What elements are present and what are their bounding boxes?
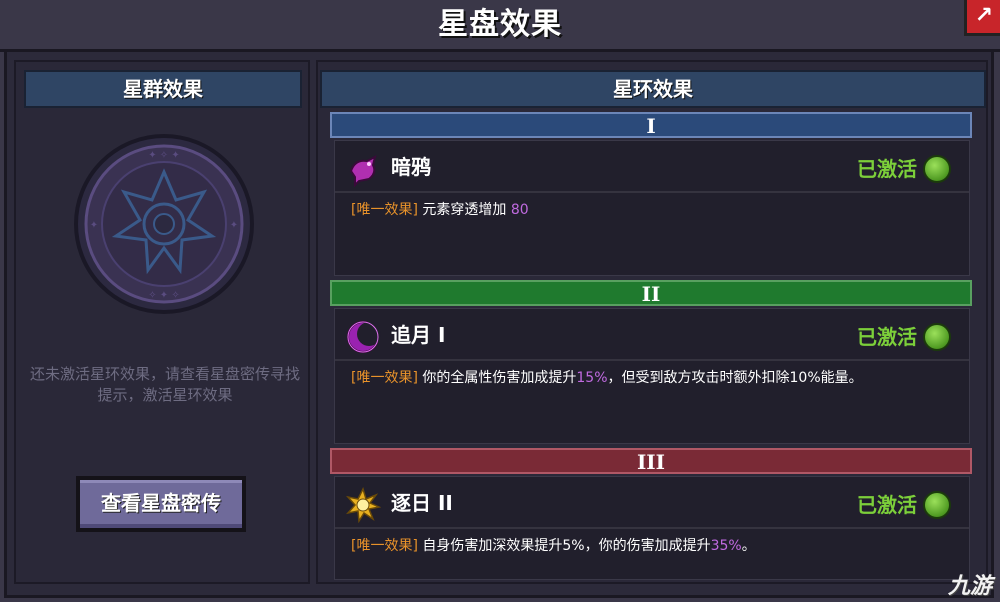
svg-text:✧ ✦ ✧: ✧ ✦ ✧ (148, 290, 180, 301)
svg-text:✦ ✧ ✦: ✦ ✧ ✦ (148, 150, 180, 161)
status-label: 已激活 (857, 325, 917, 349)
constellation-panel-header: 星群效果 (24, 70, 302, 108)
watermark-logo: 九游 (947, 574, 992, 599)
desc-text: 。 (741, 538, 756, 554)
desc-value: 15% (576, 370, 608, 386)
active-indicator-icon (923, 323, 951, 351)
desc-text: 自身伤害加深效果提升5%，你的伤害加成提升 (422, 538, 711, 554)
effect-header: 暗鸦 已激活 (335, 141, 969, 193)
desc-text: 你的全属性伤害加成提升 (422, 370, 577, 386)
desc-value: 35% (710, 538, 742, 554)
close-button[interactable]: ↗ (964, 0, 1000, 36)
effect-name: 暗鸦 (391, 155, 431, 179)
effect-name: 追月 I (391, 323, 446, 347)
star-ring-panel-header: 星环效果 (320, 70, 986, 108)
sun-icon (345, 487, 381, 523)
desc-value: 80 (510, 202, 529, 218)
dialog-title: 星盘效果 (438, 7, 562, 42)
status-label: 已激活 (857, 493, 917, 517)
svg-text:✦: ✦ (230, 220, 238, 231)
view-star-secret-button[interactable]: 查看星盘密传 (76, 476, 246, 532)
effect-card-1: 暗鸦 已激活 [唯一效果] 元素穿透增加 80 (334, 140, 970, 276)
svg-text:✦: ✦ (90, 220, 98, 231)
constellation-panel: 星群效果 ✦ ✧ ✦ ✧ ✦ ✧ ✦ ✦ 还未激活星环效果，请查看星盘密传寻找提… (14, 60, 310, 584)
effect-header: 逐日 II 已激活 (335, 477, 969, 529)
tier-3-bar: III (330, 448, 972, 474)
effect-card-2: 追月 I 已激活 [唯一效果] 你的全属性伤害加成提升15%，但受到敌方攻击时额… (334, 308, 970, 444)
active-indicator-icon (923, 491, 951, 519)
effect-name: 逐日 II (391, 491, 453, 515)
effect-description: [唯一效果] 自身伤害加深效果提升5%，你的伤害加成提升35%。 (351, 535, 945, 557)
tier-1-bar: I (330, 112, 972, 138)
effect-tag: [唯一效果] (351, 370, 418, 386)
tier-2-bar: II (330, 280, 972, 306)
effect-tag: [唯一效果] (351, 538, 418, 554)
star-disk-emblem: ✦ ✧ ✦ ✧ ✦ ✧ ✦ ✦ (74, 134, 254, 314)
desc-text: 元素穿透增加 (422, 202, 511, 218)
effect-card-3: 逐日 II 已激活 [唯一效果] 自身伤害加深效果提升5%，你的伤害加成提升35… (334, 476, 970, 580)
effect-description: [唯一效果] 元素穿透增加 80 (351, 199, 945, 221)
desc-text: ，但受到敌方攻击时额外扣除10%能量。 (607, 370, 863, 386)
moon-icon (347, 321, 381, 353)
status-label: 已激活 (857, 157, 917, 181)
active-indicator-icon (923, 155, 951, 183)
effect-header: 追月 I 已激活 (335, 309, 969, 361)
title-bar: 星盘效果 (0, 0, 1000, 52)
effect-tag: [唯一效果] (351, 202, 418, 218)
crow-icon (349, 155, 377, 187)
effect-description: [唯一效果] 你的全属性伤害加成提升15%，但受到敌方攻击时额外扣除10%能量。 (351, 367, 945, 389)
inactive-hint-text: 还未激活星环效果，请查看星盘密传寻找提示，激活星环效果 (30, 365, 301, 404)
